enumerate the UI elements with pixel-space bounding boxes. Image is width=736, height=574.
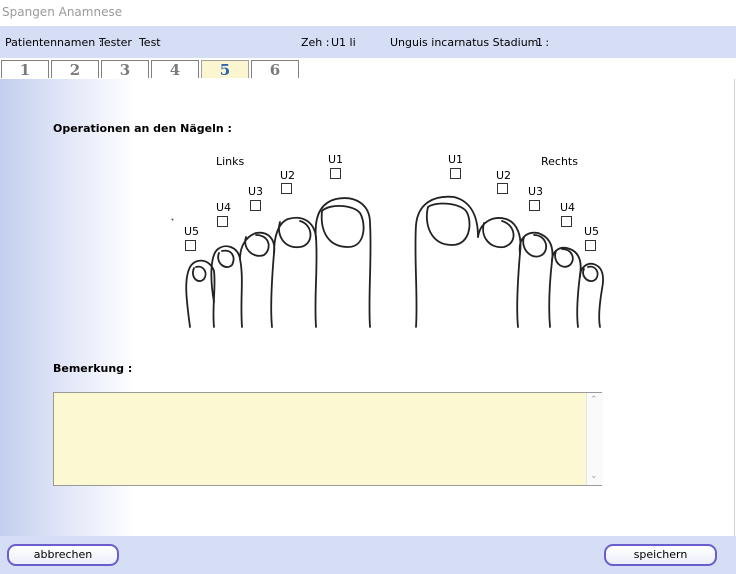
left-u1-label: U1: [328, 153, 344, 166]
right-foot-label: Rechts: [541, 155, 578, 168]
stage-value: 1: [536, 36, 543, 49]
tab-5[interactable]: 5: [201, 60, 249, 79]
tab-3[interactable]: 3: [101, 60, 149, 79]
patient-name-label: Patientennamen :: [5, 36, 103, 49]
left-u4-label: U4: [216, 201, 232, 214]
remark-scrollbar[interactable]: ⌃ ⌄: [586, 393, 603, 485]
toe-label: Zeh :: [301, 36, 330, 49]
scroll-down-arrow-icon[interactable]: ⌄: [590, 471, 598, 481]
right-u3-label: U3: [528, 185, 544, 198]
tab-1[interactable]: 1: [1, 60, 49, 79]
right-u2-label: U2: [496, 169, 512, 182]
right-u3-checkbox[interactable]: [529, 200, 540, 211]
left-foot-label: Links: [216, 155, 245, 168]
panel-border: [734, 79, 735, 536]
window-title: Spangen Anamnese: [2, 5, 123, 19]
patient-info-bar: Patientennamen : Tester Test Zeh : U1 li…: [0, 26, 736, 58]
tab-4[interactable]: 4: [151, 60, 199, 79]
patient-name-value: Tester Test: [99, 36, 161, 49]
scroll-up-arrow-icon[interactable]: ⌃: [590, 395, 598, 405]
save-button[interactable]: speichern: [604, 544, 717, 566]
bottom-action-bar: abbrechen speichern: [0, 536, 736, 574]
remark-textarea[interactable]: [53, 392, 602, 486]
right-u1-checkbox[interactable]: [450, 168, 461, 179]
left-u2-checkbox[interactable]: [281, 183, 292, 194]
right-u2-checkbox[interactable]: [497, 183, 508, 194]
right-u4-checkbox[interactable]: [561, 216, 572, 227]
left-u4-checkbox[interactable]: [217, 216, 228, 227]
right-u5-checkbox[interactable]: [585, 240, 596, 251]
operations-heading: Operationen an den Nägeln :: [53, 122, 232, 135]
right-u1-label: U1: [448, 153, 464, 166]
title-bar: Spangen Anamnese: [0, 0, 736, 26]
toe-diagram: Links Rechts U1 U2 U3 U4 U5 U1 U2 U3 U4 …: [160, 153, 620, 337]
tab-strip: 1 2 3 4 5 6: [0, 58, 736, 79]
left-u5-label: U5: [184, 225, 200, 238]
right-u5-label: U5: [584, 225, 600, 238]
left-u5-checkbox[interactable]: [185, 240, 196, 251]
right-u4-label: U4: [560, 201, 576, 214]
cancel-button[interactable]: abbrechen: [7, 544, 119, 566]
left-u2-label: U2: [280, 169, 296, 182]
toe-value: U1 li: [331, 36, 356, 49]
tab-6[interactable]: 6: [251, 60, 299, 79]
tab-content-panel: Operationen an den Nägeln : Links Rechts…: [0, 79, 736, 536]
left-u3-label: U3: [248, 185, 264, 198]
tab-2[interactable]: 2: [51, 60, 99, 79]
stage-label: Unguis incarnatus Stadium :: [390, 36, 550, 49]
left-u3-checkbox[interactable]: [250, 200, 261, 211]
left-u1-checkbox[interactable]: [330, 168, 341, 179]
remark-heading: Bemerkung :: [53, 362, 133, 375]
feet-illustration: [171, 195, 604, 328]
